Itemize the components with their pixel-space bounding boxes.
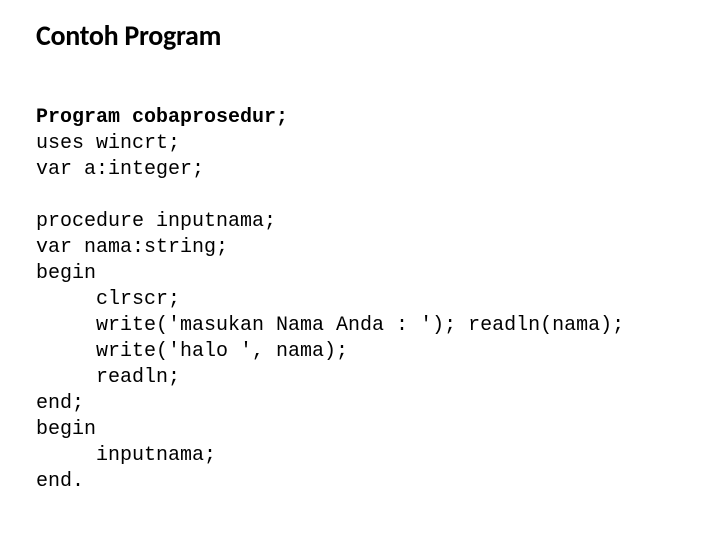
code-line: begin <box>36 262 96 285</box>
slide-title: Contoh Program <box>36 18 684 53</box>
code-line: uses wincrt; <box>36 132 180 155</box>
code-line: inputnama; <box>36 444 216 467</box>
code-block: Program cobaprosedur; uses wincrt; var a… <box>36 79 684 495</box>
code-line: var a:integer; <box>36 158 204 181</box>
code-line: write('masukan Nama Anda : '); readln(na… <box>36 314 624 337</box>
code-line: end. <box>36 470 84 493</box>
slide: Contoh Program Program cobaprosedur; use… <box>0 0 720 540</box>
code-line: end; <box>36 392 84 415</box>
code-line: Program cobaprosedur; <box>36 106 288 129</box>
code-line: var nama:string; <box>36 236 228 259</box>
code-line: begin <box>36 418 96 441</box>
code-line: procedure inputnama; <box>36 210 276 233</box>
code-line: clrscr; <box>36 288 180 311</box>
code-line: write('halo ', nama); <box>36 340 348 363</box>
code-line: readln; <box>36 366 180 389</box>
